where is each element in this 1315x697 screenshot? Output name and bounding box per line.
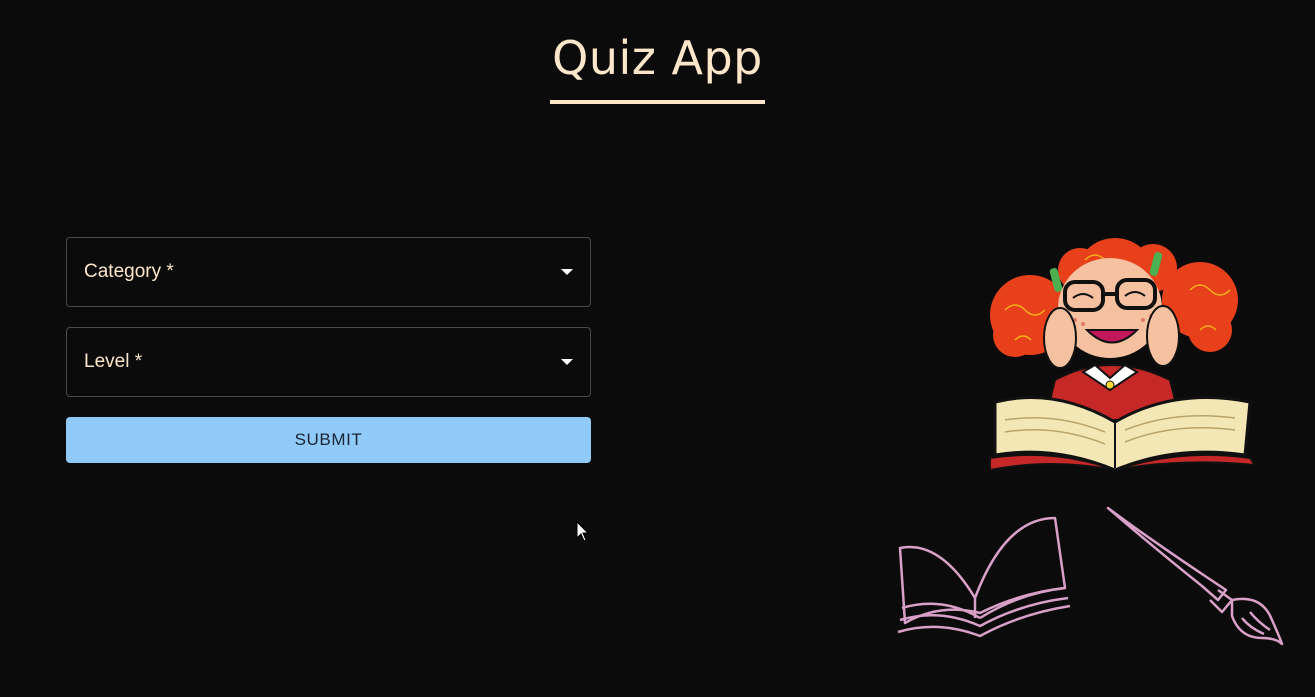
quiz-app-page: Quiz App Category * Level * SUBMIT — [0, 0, 1315, 697]
category-select[interactable]: Category * — [66, 237, 591, 307]
mouse-cursor-icon — [576, 521, 590, 542]
open-book-doodle-icon — [897, 516, 1070, 638]
header: Quiz App — [0, 0, 1315, 135]
chevron-down-icon — [561, 359, 573, 365]
level-select-label: Level * — [84, 351, 143, 372]
category-select-label: Category * — [84, 261, 174, 282]
girl-reading-book-illustration — [989, 238, 1258, 472]
paintbrush-doodle-icon — [1106, 506, 1284, 646]
page-title: Quiz App — [550, 30, 765, 104]
submit-button[interactable]: SUBMIT — [66, 417, 591, 463]
chevron-down-icon — [561, 269, 573, 275]
quiz-setup-form: Category * Level * SUBMIT — [66, 237, 591, 463]
level-select[interactable]: Level * — [66, 327, 591, 397]
